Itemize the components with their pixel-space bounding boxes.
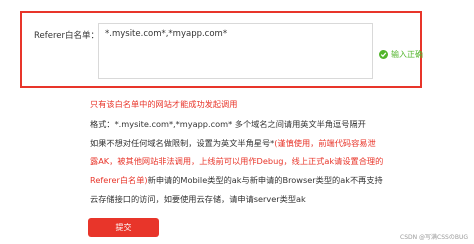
referer-textarea-value: *.mysite.com*,*myapp.com* — [105, 29, 228, 39]
wildcard-warning-text: (谨慎使用，前端代码容易泄 — [274, 138, 376, 148]
submit-button[interactable]: 提交 — [88, 218, 159, 237]
ak-leak-warning: 露AK，被其他网站非法调用，上线前可以用作Debug，线上正式ak请设置合理的 — [90, 156, 384, 166]
referer-textarea[interactable]: *.mysite.com*,*myapp.com* — [98, 23, 373, 79]
referer-highlight-box: Referer白名单： *.mysite.com*,*myapp.com* 输入… — [20, 11, 423, 88]
wildcard-note: 如果不想对任何域名做限制，设置为英文半角星号*(谨慎使用，前端代码容易泄 — [90, 138, 376, 148]
watermark: CSDN @写满CSSのBUG — [400, 234, 468, 241]
validation-text: 输入正确 — [391, 50, 423, 59]
page-frame: Referer白名单： *.mysite.com*,*myapp.com* 输入… — [12, 8, 470, 237]
warning-note: 只有该白名单中的网站才能成功发起调用 — [90, 99, 238, 109]
mobile-ak-note: Referer白名单)新申请的Mobile类型的ak与新申请的Browser类型… — [90, 175, 383, 185]
referer-whitelist-text: Referer白名单) — [90, 175, 148, 185]
validation-message: 输入正确 — [379, 49, 423, 60]
format-note: 格式：*.mysite.com*,*myapp.com* 多个域名之间请用英文半… — [90, 119, 366, 129]
wildcard-note-text: 如果不想对任何域名做限制，设置为英文半角星号* — [90, 138, 275, 148]
referer-label: Referer白名单： — [34, 31, 100, 41]
check-circle-icon — [379, 50, 388, 59]
mobile-ak-text: 新申请的Mobile类型的ak与新申请的Browser类型的ak不再支持 — [147, 175, 383, 185]
cloud-storage-note: 云存储接口的访问，如要使用云存储，请申请server类型ak — [90, 194, 306, 204]
